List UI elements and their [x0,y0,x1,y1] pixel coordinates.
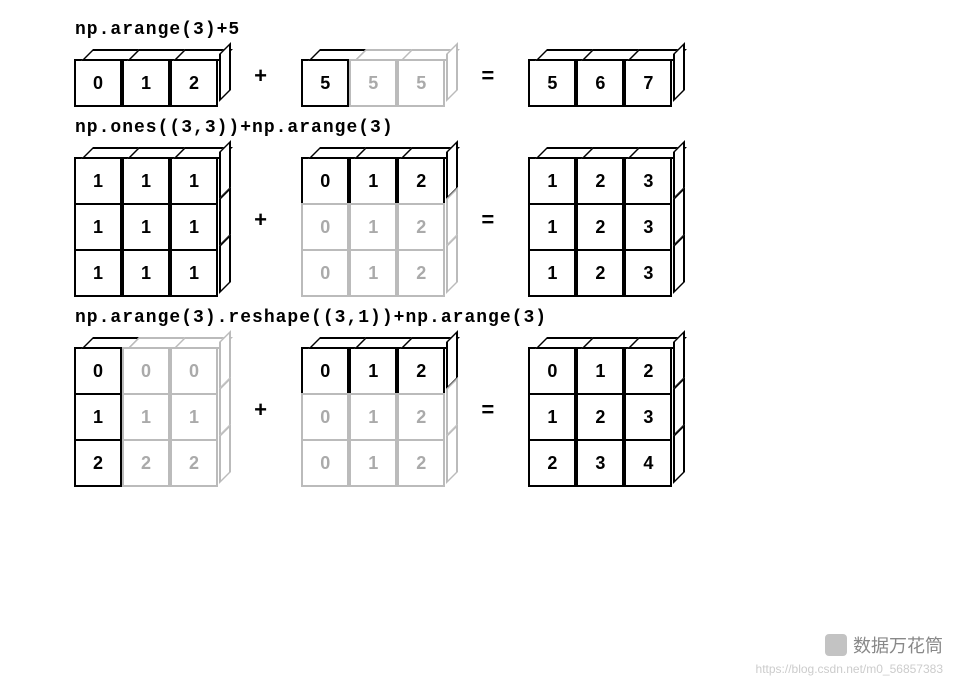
cell-ghost: 2 [397,249,445,297]
cell-ghost: 2 [397,203,445,251]
cell: 1 [122,157,170,205]
cell-ghost: 0 [301,203,349,251]
cell-ghost: 0 [122,347,170,395]
row-1: 0 1 2 + 5 5 5 = [75,48,893,106]
plus-operator: + [244,399,277,424]
cell: 2 [624,347,672,395]
cell-ghost: 1 [170,393,218,441]
arange-row-broadcast-block: 0 1 2 0 1 2 0 1 2 [302,158,446,296]
plus-operator: + [244,209,277,234]
cell: 2 [576,157,624,205]
cell: 0 [74,347,122,395]
example-2: np.ones((3,3))+np.arange(3) 1 1 1 1 1 1 … [75,118,893,296]
cell: 1 [349,157,397,205]
cell-ghost: 1 [349,249,397,297]
ones-3x3-block: 1 1 1 1 1 1 1 1 1 [75,158,219,296]
expression-1: np.arange(3)+5 [75,20,893,40]
equals-operator: = [471,209,504,234]
cell: 1 [170,203,218,251]
cell: 1 [528,157,576,205]
cell: 2 [74,439,122,487]
result-3-block: 0 1 2 1 2 3 2 3 4 [529,348,673,486]
watermark-url: https://blog.csdn.net/m0_56857383 [756,662,943,676]
expression-2: np.ones((3,3))+np.arange(3) [75,118,893,138]
example-1: np.arange(3)+5 0 1 2 + 5 5 5 [75,20,893,106]
cell-ghost: 0 [170,347,218,395]
cell: 1 [528,393,576,441]
diagram-container: np.arange(3)+5 0 1 2 + 5 5 5 [0,0,968,518]
cell: 1 [528,203,576,251]
cell-ghost: 1 [349,439,397,487]
cell: 7 [624,59,672,107]
cell: 2 [397,347,445,395]
cell: 4 [624,439,672,487]
cell: 1 [74,203,122,251]
cell: 1 [74,157,122,205]
cell: 2 [397,157,445,205]
cell: 1 [349,347,397,395]
cell-ghost: 0 [301,393,349,441]
cell: 1 [170,157,218,205]
cell-ghost: 1 [122,393,170,441]
cell: 2 [576,249,624,297]
cell: 1 [122,249,170,297]
cell: 3 [624,203,672,251]
cell: 5 [301,59,349,107]
cell-ghost: 1 [349,393,397,441]
cell: 2 [170,59,218,107]
cell: 6 [576,59,624,107]
equals-operator: = [471,399,504,424]
cell: 1 [74,249,122,297]
cell: 3 [624,157,672,205]
equals-operator: = [471,65,504,90]
cell: 1 [576,347,624,395]
row-2: 1 1 1 1 1 1 1 1 1 + 0 1 2 [75,146,893,296]
row-3: 0 0 0 1 1 1 2 2 2 + 0 1 2 [75,336,893,486]
cell: 2 [576,393,624,441]
cell: 1 [122,59,170,107]
cell: 1 [170,249,218,297]
cell: 5 [528,59,576,107]
cell-ghost: 2 [170,439,218,487]
row-broadcast-block: 0 1 2 0 1 2 0 1 2 [302,348,446,486]
cell: 0 [528,347,576,395]
cell-ghost: 1 [349,203,397,251]
arange-3-block: 0 1 2 [75,60,219,106]
cell: 3 [624,249,672,297]
expression-3: np.arange(3).reshape((3,1))+np.arange(3) [75,308,893,328]
cell: 1 [122,203,170,251]
result-2-block: 1 2 3 1 2 3 1 2 3 [529,158,673,296]
cell: 0 [301,347,349,395]
cell-ghost: 2 [397,393,445,441]
plus-operator: + [244,65,277,90]
column-broadcast-block: 0 0 0 1 1 1 2 2 2 [75,348,219,486]
watermark: 数据万花筒 [825,632,943,658]
cell: 1 [528,249,576,297]
result-1-block: 5 6 7 [529,60,673,106]
cell: 1 [74,393,122,441]
cell: 3 [576,439,624,487]
example-3: np.arange(3).reshape((3,1))+np.arange(3)… [75,308,893,486]
cell: 0 [74,59,122,107]
cell-ghost: 0 [301,439,349,487]
cell-ghost: 5 [349,59,397,107]
cell-ghost: 2 [397,439,445,487]
cell: 0 [301,157,349,205]
wechat-icon [825,634,847,656]
cell: 3 [624,393,672,441]
watermark-text: 数据万花筒 [853,632,943,658]
cell-ghost: 0 [301,249,349,297]
cell-ghost: 2 [122,439,170,487]
cell: 2 [528,439,576,487]
scalar-5-block: 5 5 5 [302,60,446,106]
cell: 2 [576,203,624,251]
cell-ghost: 5 [397,59,445,107]
